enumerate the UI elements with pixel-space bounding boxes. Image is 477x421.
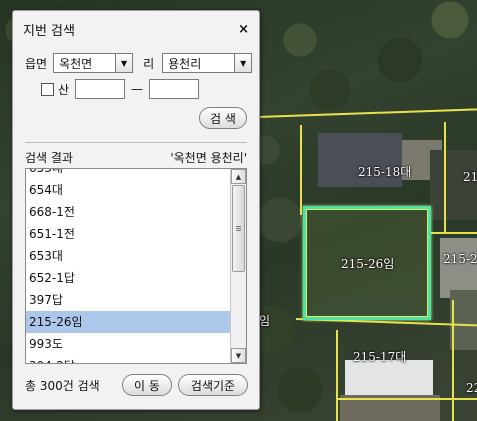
scrollbar-thumb[interactable] xyxy=(232,185,245,272)
dialog-titlebar[interactable]: 지번 검색 × xyxy=(13,11,259,47)
parcel-label: 215-23 xyxy=(443,252,477,266)
divider xyxy=(25,142,247,143)
list-item[interactable]: 653대 xyxy=(26,169,231,179)
building-roof xyxy=(430,150,477,220)
parcel-boundary xyxy=(338,398,477,400)
san-label: 산 xyxy=(58,82,70,97)
dash-separator: — xyxy=(131,82,144,96)
list-item[interactable]: 652-1답 xyxy=(26,267,231,289)
move-button[interactable]: 이 동 xyxy=(122,374,172,396)
ri-label: 리 xyxy=(143,56,155,71)
list-item[interactable]: 397답 xyxy=(26,289,231,311)
eupmyeon-selected-value: 옥천면 xyxy=(59,56,93,71)
list-item[interactable]: 651-1전 xyxy=(26,223,231,245)
parcel-label: 22 xyxy=(466,381,477,395)
parcel-boundary xyxy=(444,122,446,232)
lot-number-search-dialog: 지번 검색 × 읍면 옥천면 ▼ 리 용천리 ▼ 산 — 검 색 검색 결과 '… xyxy=(12,10,260,410)
list-item[interactable]: 668-1전 xyxy=(26,201,231,223)
ground-patch xyxy=(450,290,477,350)
parcel-label-partial: 임 xyxy=(259,314,271,328)
parcel-label: 216 xyxy=(463,170,477,184)
san-checkbox[interactable] xyxy=(41,82,54,96)
parcel-boundary xyxy=(430,232,477,234)
chevron-down-icon[interactable]: ▼ xyxy=(115,54,133,72)
chevron-down-icon[interactable]: ▼ xyxy=(234,54,252,72)
parcel-label-selected: 215-26임 xyxy=(341,257,395,271)
search-button[interactable]: 검 색 xyxy=(199,107,247,129)
triangle-down-icon[interactable]: ▼ xyxy=(231,348,246,363)
vertical-scrollbar[interactable]: ▲ ▼ xyxy=(230,169,246,363)
list-item[interactable]: 654대 xyxy=(26,179,231,201)
list-item[interactable]: 993도 xyxy=(26,333,231,355)
region-select-row: 읍면 옥천면 ▼ 리 용천리 ▼ xyxy=(25,53,253,73)
main-lot-number-input[interactable] xyxy=(75,79,126,99)
result-header: 검색 결과 '옥천면 용천리' xyxy=(25,149,247,166)
result-label: 검색 결과 xyxy=(25,151,73,165)
triangle-up-icon[interactable]: ▲ xyxy=(231,169,246,184)
close-icon[interactable]: × xyxy=(238,22,249,37)
result-list[interactable]: 653대 654대 668-1전 651-1전 653대 652-1답 397답… xyxy=(25,168,247,364)
list-item[interactable]: 653대 xyxy=(26,245,231,267)
lot-number-input-row: 산 — xyxy=(41,79,200,99)
dialog-title: 지번 검색 xyxy=(23,23,75,39)
eupmyeon-select[interactable]: 옥천면 ▼ xyxy=(53,53,134,73)
building-roof xyxy=(345,360,433,396)
sub-lot-number-input[interactable] xyxy=(149,79,200,99)
total-count: 총 300건 검색 xyxy=(25,379,100,393)
parcel-label: 215-17대 xyxy=(353,350,407,364)
list-item[interactable]: 394-2답 xyxy=(26,355,231,363)
ri-selected-value: 용천리 xyxy=(168,56,202,71)
parcel-boundary xyxy=(452,300,454,421)
parcel-boundary xyxy=(300,125,302,215)
eupmyeon-label: 읍면 xyxy=(25,56,48,71)
parcel-boundary xyxy=(336,330,338,421)
result-location: '옥천면 용천리' xyxy=(170,151,247,165)
ground-patch xyxy=(440,238,477,298)
search-criteria-button[interactable]: 검색기준 xyxy=(178,374,248,396)
parcel-boundary xyxy=(258,108,477,118)
list-item-selected[interactable]: 215-26임 xyxy=(26,311,231,333)
ri-select[interactable]: 용천리 ▼ xyxy=(162,53,253,73)
result-items: 653대 654대 668-1전 651-1전 653대 652-1답 397답… xyxy=(26,169,231,363)
parcel-label: 215-18대 xyxy=(358,165,412,179)
